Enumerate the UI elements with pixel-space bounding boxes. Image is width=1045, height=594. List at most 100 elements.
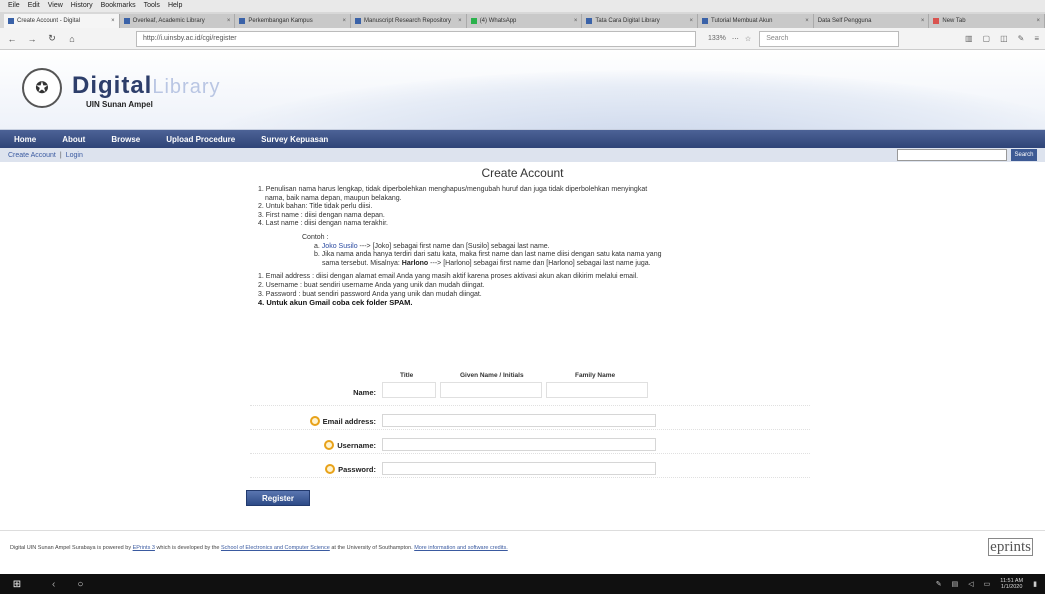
home-icon[interactable]: ⌂ xyxy=(66,34,78,44)
menu-view[interactable]: View xyxy=(48,0,63,12)
example-a-text: [Joko] sebagai first name dan [Susilo] s… xyxy=(372,242,550,250)
browser-tab[interactable]: Tutorial Membuat Akun × xyxy=(698,14,814,28)
close-icon[interactable]: × xyxy=(111,14,115,28)
close-icon[interactable]: × xyxy=(343,14,347,28)
favicon-icon xyxy=(702,18,709,24)
required-icon xyxy=(324,440,335,450)
notification-icon[interactable]: ▮ xyxy=(1033,580,1037,588)
email-row: Email address: xyxy=(250,406,810,430)
username-field[interactable] xyxy=(382,438,656,451)
example-b-name: Harlono xyxy=(401,259,429,267)
browser-tabstrip: Create Account - Digital × Overleaf, Acad… xyxy=(0,12,1045,28)
name-label: Name: xyxy=(353,388,376,397)
bookmark-star-icon[interactable]: ☆ xyxy=(745,35,751,43)
clock-date: 1/1/2020 xyxy=(1001,584,1023,590)
screen: Eile Edit View History Bookmarks Tools H… xyxy=(0,0,1045,594)
instruction-line: 1. Email address : diisi dengan alamat e… xyxy=(258,273,639,281)
pen-icon[interactable]: ✎ xyxy=(936,580,942,588)
nav-survey[interactable]: Survey Kepuasan xyxy=(261,135,328,144)
close-icon[interactable]: × xyxy=(574,14,578,28)
password-field[interactable] xyxy=(382,462,656,475)
browser-tab[interactable]: Manuscript Research Repository × xyxy=(351,14,467,28)
example-a-arrow: ---> xyxy=(357,242,373,250)
close-icon[interactable]: × xyxy=(227,14,231,28)
search-circle-icon[interactable]: ○ xyxy=(77,579,83,590)
favicon-icon xyxy=(123,18,130,24)
site-logo[interactable]: DigitalLibrary xyxy=(72,72,220,100)
example-b-line2: sama tersebut. Misalnya: Harlono ---> [H… xyxy=(302,260,798,269)
keyboard-icon[interactable]: ▭ xyxy=(984,580,991,588)
eprints-link[interactable]: EPrints 3 xyxy=(133,545,155,551)
library-icon[interactable]: ▥ xyxy=(965,34,973,43)
university-emblem-icon[interactable]: ✪ xyxy=(22,68,62,108)
credits-link[interactable]: More information and software credits. xyxy=(414,545,508,551)
close-icon[interactable]: × xyxy=(690,14,694,28)
url-bar[interactable]: http://i.uinsby.ac.id/cgi/register xyxy=(136,30,696,47)
given-name-input[interactable] xyxy=(440,382,542,398)
sub-nav: Create Account | Login Search xyxy=(0,148,1045,162)
nav-browse[interactable]: Browse xyxy=(111,135,140,144)
browser-tab[interactable]: Perkembangan Kampus × xyxy=(235,14,352,28)
site-search-button[interactable]: Search xyxy=(1011,149,1037,161)
menu-edit[interactable]: Edit xyxy=(28,0,40,12)
screenshot-icon[interactable]: ◫ xyxy=(1000,34,1008,43)
close-icon[interactable]: × xyxy=(921,14,925,28)
nav-about[interactable]: About xyxy=(62,135,85,144)
site-search-input[interactable] xyxy=(897,149,1007,161)
menu-icon[interactable]: ≡ xyxy=(1034,34,1039,43)
forward-icon[interactable]: → xyxy=(26,34,38,44)
gmail-note: 4. Untuk akun Gmail coba cek folder SPAM… xyxy=(258,298,413,308)
windows-start-icon[interactable]: ⊞ xyxy=(6,579,28,590)
footer-text-mid: which is developed by the xyxy=(154,545,221,551)
back-icon[interactable]: ← xyxy=(6,34,18,44)
main-content: Create Account 1. Penulisan nama harus l… xyxy=(0,162,1045,542)
title-input[interactable] xyxy=(382,382,436,398)
browser-tab[interactable]: Overleaf, Academic Library × xyxy=(119,14,236,28)
example-label: Contoh : xyxy=(302,233,329,241)
menu-tools[interactable]: Tools xyxy=(144,0,160,12)
extension-icon[interactable]: ✎ xyxy=(1018,34,1025,43)
username-row: Username: xyxy=(250,430,810,454)
sidebar-icon[interactable]: ▢ xyxy=(983,34,991,43)
os-taskbar: ⊞ ‹ ○ ✎ ▤ ◁ ▭ 11:51 AM 1/1/2020 ▮ xyxy=(0,574,1045,594)
nav-upload-procedure[interactable]: Upload Procedure xyxy=(166,135,235,144)
browser-tab[interactable]: (4) WhatsApp × xyxy=(466,14,583,28)
close-icon[interactable]: × xyxy=(458,14,462,28)
site-header: ✪ DigitalLibrary UIN Sunan Ampel xyxy=(0,50,1045,130)
register-button[interactable]: Register xyxy=(246,490,310,506)
browser-search-input[interactable]: Search xyxy=(759,30,900,47)
login-link[interactable]: Login xyxy=(66,152,83,159)
close-icon[interactable]: × xyxy=(805,14,809,28)
favicon-icon xyxy=(933,18,940,24)
browser-tab[interactable]: Tata Cara Digital Library × xyxy=(582,14,699,28)
network-icon[interactable]: ▤ xyxy=(952,580,959,588)
school-link[interactable]: School of Electronics and Computer Scien… xyxy=(221,545,330,551)
separator: | xyxy=(59,151,62,159)
menu-history[interactable]: History xyxy=(71,0,93,12)
email-field[interactable] xyxy=(382,414,656,427)
example-a: a. Joko Susilo ---> [Joko] sebagai first… xyxy=(302,243,798,252)
close-icon[interactable]: × xyxy=(1037,14,1041,28)
nav-home[interactable]: Home xyxy=(14,135,36,144)
menu-bookmarks[interactable]: Bookmarks xyxy=(101,0,136,12)
create-account-link[interactable]: Create Account xyxy=(8,152,56,159)
browser-tab[interactable]: Create Account - Digital × xyxy=(4,14,120,28)
eprints-logo[interactable]: eprints xyxy=(988,538,1033,556)
browser-tab[interactable]: Data Self Pengguna × xyxy=(813,14,930,28)
menu-file[interactable]: Eile xyxy=(8,0,20,12)
reload-icon[interactable]: ↻ xyxy=(46,33,58,44)
menu-help[interactable]: Help xyxy=(168,0,182,12)
register-form: Name: Title Given Name / Initials Family… xyxy=(246,372,810,506)
more-icon[interactable]: ⋯ xyxy=(732,35,739,43)
username-label-text: Username: xyxy=(337,440,376,450)
zoom-level[interactable]: 133% xyxy=(708,35,726,43)
example-b-line1: b. Jika nama anda hanya terdiri dari sat… xyxy=(314,251,662,259)
instructions: 1. Penulisan nama harus lengkap, tidak d… xyxy=(258,186,798,308)
whatsapp-icon xyxy=(470,18,477,24)
volume-icon[interactable]: ◁ xyxy=(968,580,973,588)
browser-tab[interactable]: New Tab × xyxy=(929,14,1045,28)
family-name-input[interactable] xyxy=(546,382,648,398)
back-icon[interactable]: ‹ xyxy=(52,579,55,590)
email-label: Email address: xyxy=(309,416,376,426)
clock[interactable]: 11:51 AM 1/1/2020 xyxy=(1000,578,1023,590)
